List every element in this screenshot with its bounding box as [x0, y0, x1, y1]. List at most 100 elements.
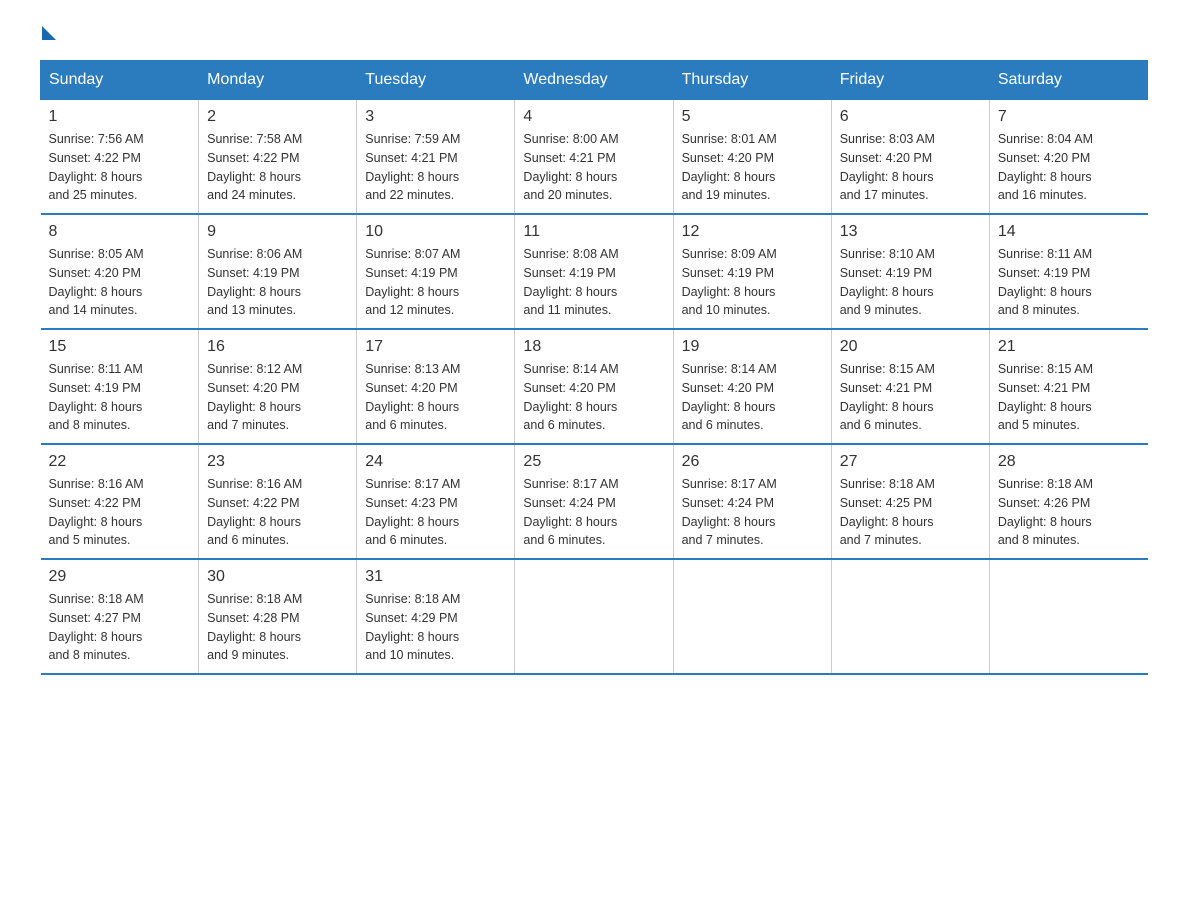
- day-info: Sunrise: 8:14 AMSunset: 4:20 PMDaylight:…: [523, 362, 618, 432]
- day-number: 13: [840, 223, 981, 241]
- calendar-cell: 4 Sunrise: 8:00 AMSunset: 4:21 PMDayligh…: [515, 100, 673, 215]
- column-header-friday: Friday: [831, 61, 989, 100]
- calendar-cell: [515, 559, 673, 674]
- calendar-cell: [831, 559, 989, 674]
- calendar-cell: 21 Sunrise: 8:15 AMSunset: 4:21 PMDaylig…: [989, 329, 1147, 444]
- calendar-cell: 2 Sunrise: 7:58 AMSunset: 4:22 PMDayligh…: [199, 100, 357, 215]
- logo-arrow-icon: [42, 26, 56, 40]
- calendar-cell: 24 Sunrise: 8:17 AMSunset: 4:23 PMDaylig…: [357, 444, 515, 559]
- calendar-cell: 19 Sunrise: 8:14 AMSunset: 4:20 PMDaylig…: [673, 329, 831, 444]
- day-number: 29: [49, 568, 191, 586]
- calendar-header-row: SundayMondayTuesdayWednesdayThursdayFrid…: [41, 61, 1148, 100]
- day-number: 7: [998, 108, 1140, 126]
- day-number: 24: [365, 453, 506, 471]
- day-number: 14: [998, 223, 1140, 241]
- day-number: 27: [840, 453, 981, 471]
- calendar-cell: 5 Sunrise: 8:01 AMSunset: 4:20 PMDayligh…: [673, 100, 831, 215]
- calendar-cell: [989, 559, 1147, 674]
- calendar-table: SundayMondayTuesdayWednesdayThursdayFrid…: [40, 60, 1148, 675]
- column-header-saturday: Saturday: [989, 61, 1147, 100]
- day-info: Sunrise: 8:15 AMSunset: 4:21 PMDaylight:…: [998, 362, 1093, 432]
- column-header-thursday: Thursday: [673, 61, 831, 100]
- calendar-cell: 14 Sunrise: 8:11 AMSunset: 4:19 PMDaylig…: [989, 214, 1147, 329]
- day-number: 26: [682, 453, 823, 471]
- column-header-monday: Monday: [199, 61, 357, 100]
- calendar-cell: 16 Sunrise: 8:12 AMSunset: 4:20 PMDaylig…: [199, 329, 357, 444]
- day-info: Sunrise: 8:04 AMSunset: 4:20 PMDaylight:…: [998, 132, 1093, 202]
- calendar-cell: 29 Sunrise: 8:18 AMSunset: 4:27 PMDaylig…: [41, 559, 199, 674]
- day-number: 17: [365, 338, 506, 356]
- day-number: 10: [365, 223, 506, 241]
- calendar-cell: 13 Sunrise: 8:10 AMSunset: 4:19 PMDaylig…: [831, 214, 989, 329]
- day-number: 15: [49, 338, 191, 356]
- day-number: 1: [49, 108, 191, 126]
- day-info: Sunrise: 8:18 AMSunset: 4:26 PMDaylight:…: [998, 477, 1093, 547]
- day-info: Sunrise: 8:17 AMSunset: 4:23 PMDaylight:…: [365, 477, 460, 547]
- calendar-cell: 20 Sunrise: 8:15 AMSunset: 4:21 PMDaylig…: [831, 329, 989, 444]
- day-number: 28: [998, 453, 1140, 471]
- day-number: 4: [523, 108, 664, 126]
- day-info: Sunrise: 7:59 AMSunset: 4:21 PMDaylight:…: [365, 132, 460, 202]
- day-info: Sunrise: 8:11 AMSunset: 4:19 PMDaylight:…: [49, 362, 143, 432]
- day-info: Sunrise: 8:17 AMSunset: 4:24 PMDaylight:…: [523, 477, 618, 547]
- calendar-cell: 12 Sunrise: 8:09 AMSunset: 4:19 PMDaylig…: [673, 214, 831, 329]
- day-info: Sunrise: 8:05 AMSunset: 4:20 PMDaylight:…: [49, 247, 144, 317]
- calendar-cell: 3 Sunrise: 7:59 AMSunset: 4:21 PMDayligh…: [357, 100, 515, 215]
- calendar-cell: 25 Sunrise: 8:17 AMSunset: 4:24 PMDaylig…: [515, 444, 673, 559]
- logo: [40, 30, 56, 40]
- column-header-tuesday: Tuesday: [357, 61, 515, 100]
- day-info: Sunrise: 8:15 AMSunset: 4:21 PMDaylight:…: [840, 362, 935, 432]
- day-info: Sunrise: 7:58 AMSunset: 4:22 PMDaylight:…: [207, 132, 302, 202]
- day-info: Sunrise: 8:00 AMSunset: 4:21 PMDaylight:…: [523, 132, 618, 202]
- calendar-cell: 28 Sunrise: 8:18 AMSunset: 4:26 PMDaylig…: [989, 444, 1147, 559]
- day-info: Sunrise: 8:01 AMSunset: 4:20 PMDaylight:…: [682, 132, 777, 202]
- day-info: Sunrise: 8:18 AMSunset: 4:28 PMDaylight:…: [207, 592, 302, 662]
- day-number: 8: [49, 223, 191, 241]
- day-number: 31: [365, 568, 506, 586]
- calendar-cell: 26 Sunrise: 8:17 AMSunset: 4:24 PMDaylig…: [673, 444, 831, 559]
- logo-blue-part: [40, 30, 56, 40]
- day-number: 30: [207, 568, 348, 586]
- calendar-cell: [673, 559, 831, 674]
- day-info: Sunrise: 8:09 AMSunset: 4:19 PMDaylight:…: [682, 247, 777, 317]
- calendar-cell: 18 Sunrise: 8:14 AMSunset: 4:20 PMDaylig…: [515, 329, 673, 444]
- day-info: Sunrise: 8:11 AMSunset: 4:19 PMDaylight:…: [998, 247, 1092, 317]
- calendar-cell: 7 Sunrise: 8:04 AMSunset: 4:20 PMDayligh…: [989, 100, 1147, 215]
- day-number: 5: [682, 108, 823, 126]
- day-number: 12: [682, 223, 823, 241]
- day-number: 23: [207, 453, 348, 471]
- page-header: [40, 30, 1148, 40]
- day-info: Sunrise: 8:18 AMSunset: 4:25 PMDaylight:…: [840, 477, 935, 547]
- week-row-5: 29 Sunrise: 8:18 AMSunset: 4:27 PMDaylig…: [41, 559, 1148, 674]
- calendar-cell: 27 Sunrise: 8:18 AMSunset: 4:25 PMDaylig…: [831, 444, 989, 559]
- week-row-4: 22 Sunrise: 8:16 AMSunset: 4:22 PMDaylig…: [41, 444, 1148, 559]
- week-row-2: 8 Sunrise: 8:05 AMSunset: 4:20 PMDayligh…: [41, 214, 1148, 329]
- day-number: 25: [523, 453, 664, 471]
- day-info: Sunrise: 8:14 AMSunset: 4:20 PMDaylight:…: [682, 362, 777, 432]
- day-info: Sunrise: 8:17 AMSunset: 4:24 PMDaylight:…: [682, 477, 777, 547]
- day-info: Sunrise: 8:16 AMSunset: 4:22 PMDaylight:…: [49, 477, 144, 547]
- week-row-1: 1 Sunrise: 7:56 AMSunset: 4:22 PMDayligh…: [41, 100, 1148, 215]
- calendar-cell: 11 Sunrise: 8:08 AMSunset: 4:19 PMDaylig…: [515, 214, 673, 329]
- day-info: Sunrise: 8:18 AMSunset: 4:29 PMDaylight:…: [365, 592, 460, 662]
- day-info: Sunrise: 8:18 AMSunset: 4:27 PMDaylight:…: [49, 592, 144, 662]
- day-info: Sunrise: 8:12 AMSunset: 4:20 PMDaylight:…: [207, 362, 302, 432]
- calendar-cell: 22 Sunrise: 8:16 AMSunset: 4:22 PMDaylig…: [41, 444, 199, 559]
- week-row-3: 15 Sunrise: 8:11 AMSunset: 4:19 PMDaylig…: [41, 329, 1148, 444]
- calendar-cell: 17 Sunrise: 8:13 AMSunset: 4:20 PMDaylig…: [357, 329, 515, 444]
- day-number: 3: [365, 108, 506, 126]
- calendar-cell: 31 Sunrise: 8:18 AMSunset: 4:29 PMDaylig…: [357, 559, 515, 674]
- day-info: Sunrise: 8:10 AMSunset: 4:19 PMDaylight:…: [840, 247, 935, 317]
- day-info: Sunrise: 8:13 AMSunset: 4:20 PMDaylight:…: [365, 362, 460, 432]
- column-header-sunday: Sunday: [41, 61, 199, 100]
- calendar-cell: 9 Sunrise: 8:06 AMSunset: 4:19 PMDayligh…: [199, 214, 357, 329]
- day-info: Sunrise: 8:08 AMSunset: 4:19 PMDaylight:…: [523, 247, 618, 317]
- calendar-cell: 15 Sunrise: 8:11 AMSunset: 4:19 PMDaylig…: [41, 329, 199, 444]
- day-info: Sunrise: 8:06 AMSunset: 4:19 PMDaylight:…: [207, 247, 302, 317]
- day-info: Sunrise: 7:56 AMSunset: 4:22 PMDaylight:…: [49, 132, 144, 202]
- column-header-wednesday: Wednesday: [515, 61, 673, 100]
- day-number: 19: [682, 338, 823, 356]
- day-number: 16: [207, 338, 348, 356]
- calendar-cell: 8 Sunrise: 8:05 AMSunset: 4:20 PMDayligh…: [41, 214, 199, 329]
- day-number: 9: [207, 223, 348, 241]
